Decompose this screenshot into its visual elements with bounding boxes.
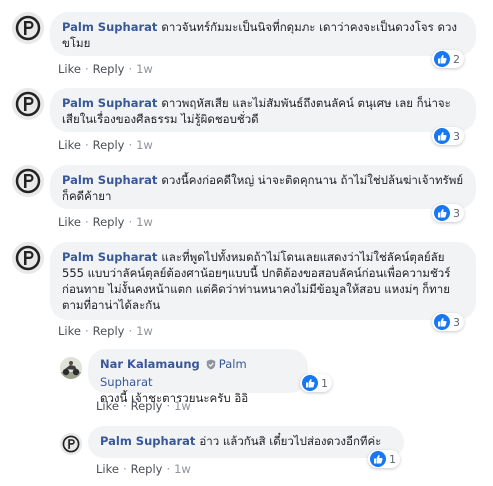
separator: · bbox=[84, 138, 89, 152]
comment-actions: Like · Reply · 1w bbox=[58, 62, 153, 76]
reply-link[interactable]: Reply bbox=[93, 324, 125, 338]
separator: · bbox=[84, 215, 89, 229]
comment-actions: Like · Reply · 1w bbox=[58, 324, 153, 338]
reply-actions: Like · Reply · 1w bbox=[96, 462, 191, 476]
comment-bubble: Palm Supharat ดาวพฤหัสเสีย และไม่สัมพันธ์… bbox=[50, 88, 476, 132]
comment-author-link[interactable]: Palm Supharat bbox=[62, 250, 157, 264]
letter-p-logo-icon bbox=[12, 12, 44, 44]
separator: · bbox=[122, 399, 127, 413]
reaction-count[interactable]: 1 bbox=[368, 450, 400, 468]
reaction-number: 1 bbox=[389, 452, 396, 466]
reply-link[interactable]: Reply bbox=[93, 215, 125, 229]
letter-p-logo-icon bbox=[60, 433, 82, 455]
comment-bubble: Palm Supharat ดาวจันทร์กัมมะเป็นนิจที่กดุ… bbox=[50, 12, 476, 56]
letter-p-logo-icon bbox=[12, 88, 44, 120]
reply-author-link[interactable]: Palm Supharat bbox=[100, 434, 195, 448]
reaction-number: 2 bbox=[453, 52, 460, 66]
reaction-count[interactable]: 3 bbox=[432, 127, 464, 145]
avatar[interactable] bbox=[12, 12, 44, 44]
reply-bubble: Nar Kalamaung Palm Supharat ดวงนี้ เจ้าชะต… bbox=[88, 349, 308, 405]
avatar[interactable] bbox=[12, 242, 44, 274]
reaction-count[interactable]: 1 bbox=[300, 374, 332, 392]
comment-actions: Like · Reply · 1w bbox=[58, 138, 153, 152]
reaction-count[interactable]: 2 bbox=[432, 50, 464, 68]
reply-bubble: Palm Supharat อ่าว แล้วกันสิ เดี๋ยวไปส่อง… bbox=[88, 426, 404, 458]
timestamp-link[interactable]: 1w bbox=[136, 62, 153, 76]
thumbs-up-icon bbox=[434, 128, 450, 144]
separator: · bbox=[122, 462, 127, 476]
reply-text: อ่าว แล้วกันสิ เดี๋ยวไปส่องดวงอีกทีค่ะ bbox=[199, 434, 382, 448]
separator: · bbox=[128, 215, 133, 229]
avatar[interactable] bbox=[12, 88, 44, 120]
separator: · bbox=[128, 62, 133, 76]
timestamp-link[interactable]: 1w bbox=[136, 324, 153, 338]
thumbs-up-icon bbox=[302, 375, 318, 391]
thumbs-up-icon bbox=[370, 451, 386, 467]
timestamp-link[interactable]: 1w bbox=[136, 138, 153, 152]
reply-link[interactable]: Reply bbox=[93, 138, 125, 152]
thumbs-up-icon bbox=[434, 51, 450, 67]
letter-p-logo-icon bbox=[12, 242, 44, 274]
like-link[interactable]: Like bbox=[58, 138, 81, 152]
comment-author-link[interactable]: Palm Supharat bbox=[62, 173, 157, 187]
thumbs-up-icon bbox=[434, 205, 450, 221]
like-link[interactable]: Like bbox=[96, 462, 119, 476]
timestamp-link[interactable]: 1w bbox=[136, 215, 153, 229]
separator: · bbox=[128, 324, 133, 338]
reaction-count[interactable]: 3 bbox=[432, 313, 464, 331]
reply-author-link[interactable]: Nar Kalamaung bbox=[100, 357, 200, 371]
separator: · bbox=[166, 462, 171, 476]
motorbike-photo-icon bbox=[60, 357, 82, 379]
avatar[interactable] bbox=[12, 165, 44, 197]
separator: · bbox=[84, 324, 89, 338]
comment-bubble: Palm Supharat ดวงนี้คงก่อคดีใหญ่ น่าจะติด… bbox=[50, 165, 476, 209]
like-link[interactable]: Like bbox=[96, 399, 119, 413]
avatar[interactable] bbox=[60, 357, 82, 379]
reply-link[interactable]: Reply bbox=[131, 399, 163, 413]
separator: · bbox=[128, 138, 133, 152]
reply-link[interactable]: Reply bbox=[93, 62, 125, 76]
comment-author-link[interactable]: Palm Supharat bbox=[62, 20, 157, 34]
shield-icon bbox=[206, 358, 216, 374]
reaction-number: 3 bbox=[453, 206, 460, 220]
like-link[interactable]: Like bbox=[58, 324, 81, 338]
reply-link[interactable]: Reply bbox=[131, 462, 163, 476]
reply-actions: Like · Reply · 1w bbox=[96, 399, 191, 413]
comment-actions: Like · Reply · 1w bbox=[58, 215, 153, 229]
reaction-number: 3 bbox=[453, 129, 460, 143]
letter-p-logo-icon bbox=[12, 165, 44, 197]
like-link[interactable]: Like bbox=[58, 215, 81, 229]
reaction-number: 1 bbox=[321, 376, 328, 390]
timestamp-link[interactable]: 1w bbox=[174, 462, 191, 476]
comment-author-link[interactable]: Palm Supharat bbox=[62, 96, 157, 110]
reaction-number: 3 bbox=[453, 315, 460, 329]
like-link[interactable]: Like bbox=[58, 62, 81, 76]
separator: · bbox=[166, 399, 171, 413]
thumbs-up-icon bbox=[434, 314, 450, 330]
comment-bubble: Palm Supharat และที่พูดไปทั้งหมดถ้าไม่โดน… bbox=[50, 242, 476, 320]
separator: · bbox=[84, 62, 89, 76]
reaction-count[interactable]: 3 bbox=[432, 204, 464, 222]
timestamp-link[interactable]: 1w bbox=[174, 399, 191, 413]
avatar[interactable] bbox=[60, 433, 82, 455]
